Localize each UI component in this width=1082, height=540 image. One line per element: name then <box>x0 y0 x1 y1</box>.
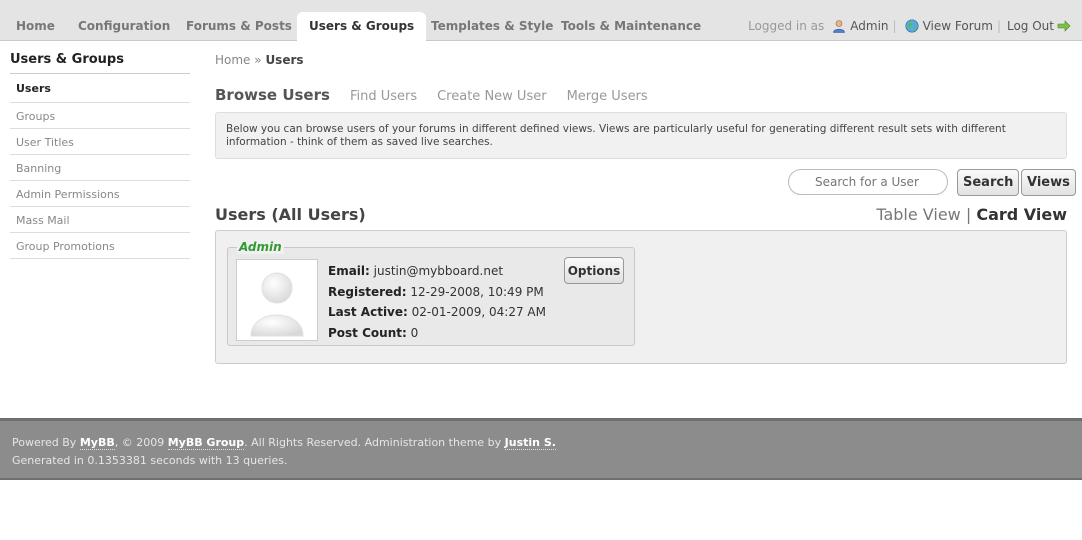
card-view-link[interactable]: Card View <box>976 205 1067 224</box>
last-active-value: 02-01-2009, 04:27 AM <box>411 305 546 319</box>
breadcrumb-separator: » <box>254 53 262 67</box>
sidebar-title: Users & Groups <box>10 52 190 74</box>
views-button[interactable]: Views <box>1021 169 1076 196</box>
breadcrumb: Home » Users <box>215 53 304 67</box>
section-title: Users (All Users) <box>215 205 366 224</box>
sub-tabs: Browse Users Find Users Create New User … <box>215 86 648 104</box>
tab-templates-style[interactable]: Templates & Style <box>431 19 553 33</box>
post-count-row: Post Count: 0 <box>328 323 546 344</box>
subtab-create-new-user[interactable]: Create New User <box>437 89 546 104</box>
user-icon <box>833 20 846 33</box>
email-value: justin@mybboard.net <box>373 264 504 278</box>
tab-home[interactable]: Home <box>16 19 55 33</box>
sidebar: Users & Groups Users Groups User Titles … <box>10 52 190 259</box>
last-active-label: Last Active: <box>328 305 408 319</box>
options-button[interactable]: Options <box>564 257 624 284</box>
tab-tools-maintenance[interactable]: Tools & Maintenance <box>561 19 701 33</box>
footer-credits: Powered By MyBB, © 2009 MyBB Group. All … <box>12 434 1070 452</box>
breadcrumb-current: Users <box>265 53 304 67</box>
breadcrumb-home[interactable]: Home <box>215 53 250 67</box>
logout-link[interactable]: Log Out <box>1007 19 1054 33</box>
sidebar-item-admin-permissions[interactable]: Admin Permissions <box>10 181 190 207</box>
theme-author-link[interactable]: Justin S. <box>504 436 556 450</box>
user-details: Email: justin@mybboard.net Registered: 1… <box>328 261 546 343</box>
tab-users-groups[interactable]: Users & Groups <box>297 12 427 42</box>
default-avatar-icon <box>250 272 304 337</box>
user-card-name[interactable]: Admin <box>237 240 284 254</box>
view-forum-link[interactable]: View Forum <box>923 19 993 33</box>
registered-label: Registered: <box>328 284 407 299</box>
mybb-link[interactable]: MyBB <box>79 436 115 450</box>
footer: Powered By MyBB, © 2009 MyBB Group. All … <box>0 418 1082 480</box>
userbar-separator: | <box>892 19 897 33</box>
username-link[interactable]: Admin <box>850 19 888 33</box>
last-active-row: Last Active: 02-01-2009, 04:27 AM <box>328 302 546 323</box>
info-box: Below you can browse users of your forum… <box>215 112 1067 159</box>
globe-icon <box>905 19 919 33</box>
footer-copyright: , © 2009 <box>114 436 165 449</box>
userbar-separator: | <box>996 19 1001 33</box>
footer-rights: . All Rights Reserved. Administration th… <box>244 436 502 449</box>
search-button[interactable]: Search <box>957 169 1020 196</box>
table-view-link[interactable]: Table View <box>876 205 960 224</box>
sidebar-item-mass-mail[interactable]: Mass Mail <box>10 207 190 233</box>
registered-value: 12-29-2008, 10:49 PM <box>410 284 544 299</box>
view-toggle: Table View | Card View <box>876 205 1067 224</box>
post-count-value: 0 <box>410 325 419 340</box>
user-card: Admin Email: justin@mybboard.net Registe… <box>227 240 635 346</box>
top-nav: Home Configuration Forums & Posts Users … <box>0 0 1082 42</box>
arrow-right-icon <box>1057 20 1071 32</box>
footer-powered-by: Powered By <box>12 436 77 449</box>
subtab-find-users[interactable]: Find Users <box>350 89 417 104</box>
post-count-label: Post Count: <box>328 325 407 340</box>
avatar <box>236 259 318 341</box>
tab-configuration[interactable]: Configuration <box>78 19 170 33</box>
sidebar-item-banning[interactable]: Banning <box>10 155 190 181</box>
search-input[interactable] <box>788 169 948 195</box>
sidebar-item-group-promotions[interactable]: Group Promotions <box>10 233 190 259</box>
email-label: Email: <box>328 264 370 278</box>
registered-row: Registered: 12-29-2008, 10:49 PM <box>328 282 546 303</box>
footer-generated: Generated in 0.1353381 seconds with 13 q… <box>12 454 288 467</box>
mybb-group-link[interactable]: MyBB Group <box>167 436 245 450</box>
email-row: Email: justin@mybboard.net <box>328 261 546 282</box>
user-bar: Logged in as Admin | View Forum | Log Ou… <box>748 19 1071 33</box>
view-toggle-divider: | <box>965 205 972 224</box>
user-cards-panel: Admin Email: justin@mybboard.net Registe… <box>215 230 1067 364</box>
sidebar-item-user-titles[interactable]: User Titles <box>10 129 190 155</box>
tab-forums-posts[interactable]: Forums & Posts <box>186 19 292 33</box>
logged-in-label: Logged in as <box>748 19 825 33</box>
subtab-browse-users[interactable]: Browse Users <box>215 86 330 104</box>
sidebar-item-users[interactable]: Users <box>10 74 190 103</box>
sidebar-item-groups[interactable]: Groups <box>10 103 190 129</box>
subtab-merge-users[interactable]: Merge Users <box>567 89 648 104</box>
